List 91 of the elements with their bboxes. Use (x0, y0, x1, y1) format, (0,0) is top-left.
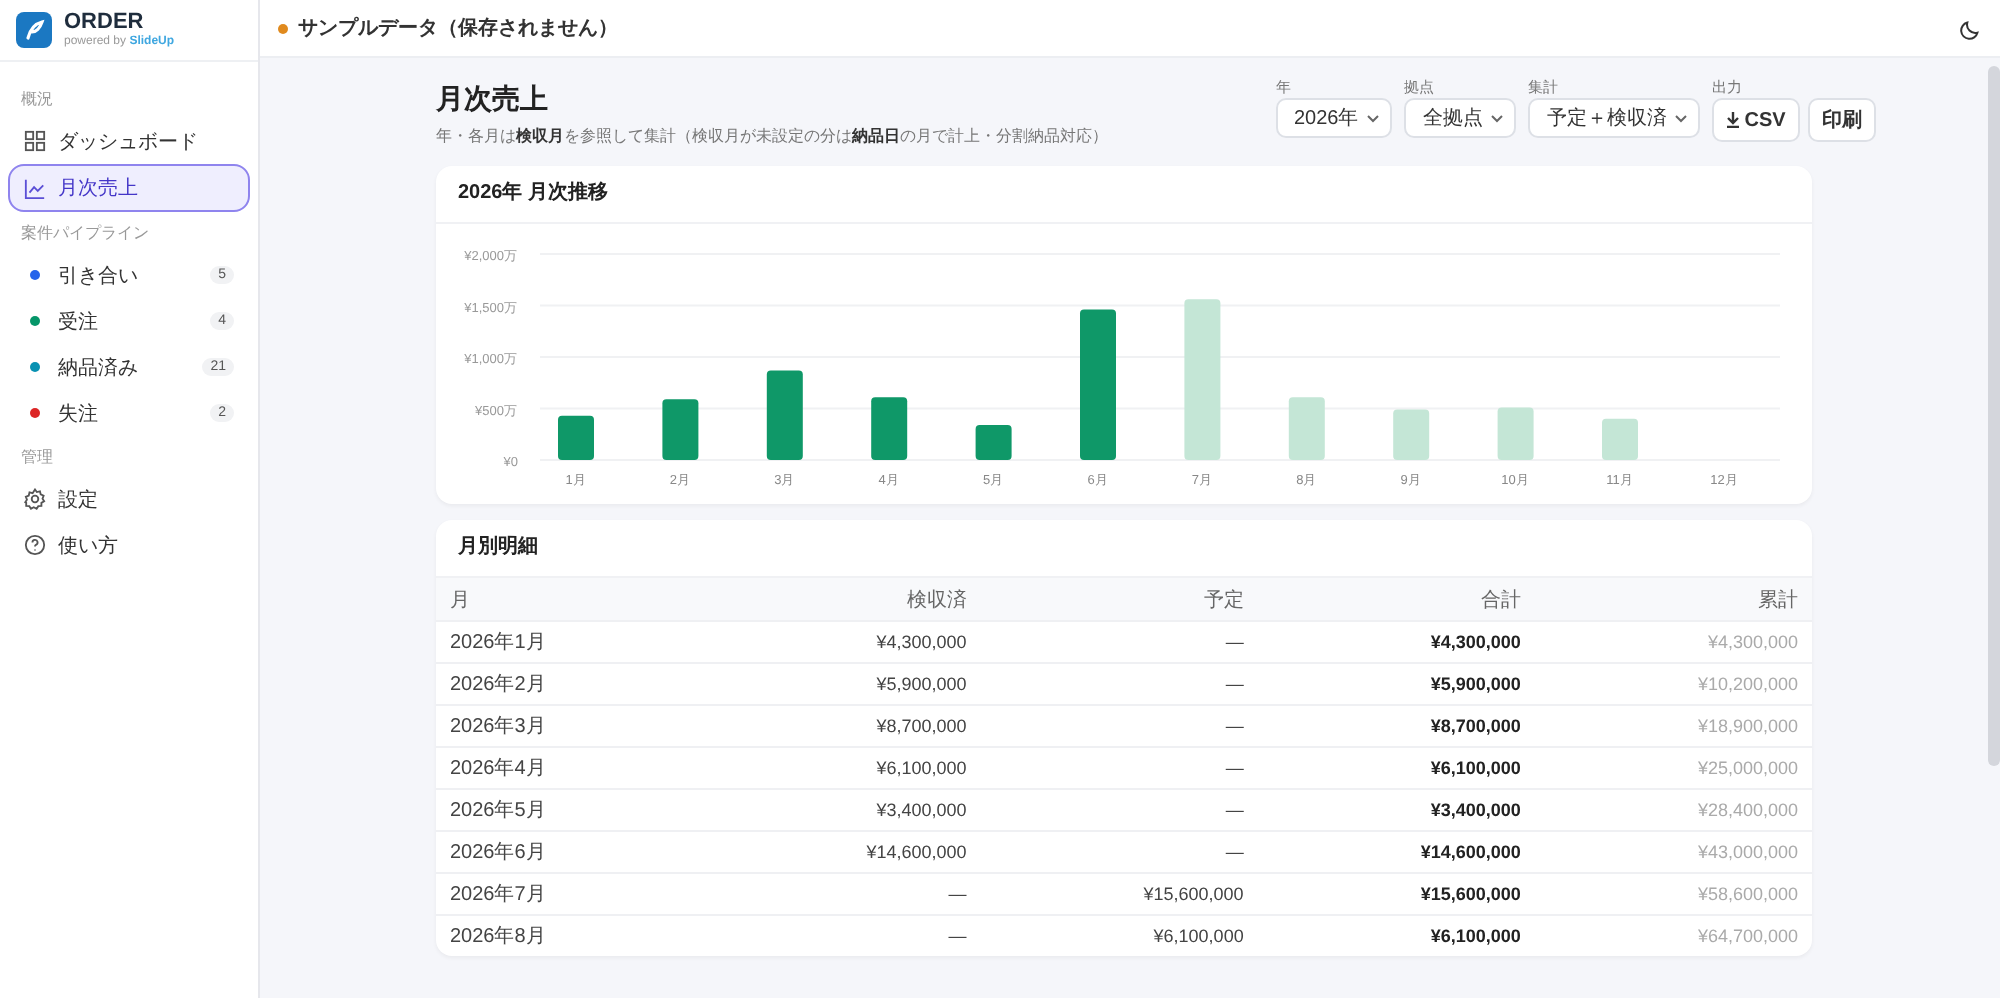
section-label: 管理 (18, 447, 55, 472)
item-label: 失注 (58, 401, 100, 427)
table-cell: 2026年1月 (436, 621, 704, 663)
bar (975, 425, 1012, 460)
table-cell: — (980, 663, 1258, 705)
table-cell: ¥8,700,000 (1257, 705, 1535, 747)
notice-text: サンプルデータ（保存されません） (298, 14, 620, 42)
grid-icon (24, 130, 46, 152)
item-label: 引き合い (58, 263, 140, 289)
help-icon (24, 534, 46, 556)
table-cell: ¥8,700,000 (703, 705, 981, 747)
table-cell: — (980, 747, 1258, 789)
bar (1497, 407, 1534, 460)
page-title: 月次売上 (436, 82, 550, 118)
caret-icon (1674, 113, 1689, 123)
filter-select[interactable]: 2026年 (1276, 98, 1393, 138)
item-label: 納品済み (58, 355, 140, 381)
column-header: 月 (436, 578, 704, 621)
table-cell: 2026年7月 (436, 873, 704, 915)
line-chart-icon (24, 177, 46, 199)
app-name: ORDER (64, 12, 146, 34)
table-cell: — (980, 621, 1258, 663)
column-header: 累計 (1534, 578, 1812, 621)
page-subtitle: 年・各月は検収月を参照して集計（検収月が未設定の分は納品日の月で計上・分割納品対応） (436, 125, 1108, 148)
table-cell: ¥28,400,000 (1534, 789, 1812, 831)
settings-icon (24, 488, 46, 510)
table-cell: ¥3,400,000 (1257, 789, 1535, 831)
table-cell: 2026年3月 (436, 705, 704, 747)
table-cell: 2026年2月 (436, 663, 704, 705)
card-title: 2026年 月次推移 (436, 166, 1812, 224)
table-cell: ¥6,100,000 (1257, 747, 1535, 789)
bar (558, 415, 594, 460)
bar (1393, 409, 1430, 460)
logo-icon (16, 12, 52, 48)
table-cell: ¥4,300,000 (703, 621, 981, 663)
table-cell: ¥6,100,000 (980, 915, 1258, 956)
table-cell: ¥14,600,000 (703, 831, 981, 873)
table-cell: ¥10,200,000 (1534, 663, 1812, 705)
column-header: 予定 (980, 578, 1258, 621)
table-cell: ¥25,000,000 (1534, 747, 1812, 789)
item-label: 設定 (58, 487, 100, 513)
download-icon (1726, 112, 1741, 128)
csv-button[interactable]: CSV (1712, 98, 1800, 142)
bar (766, 370, 803, 460)
table-cell: ¥4,300,000 (1534, 621, 1812, 663)
section-label: 案件パイプライン (18, 222, 151, 248)
table-cell: ¥64,700,000 (1534, 915, 1812, 956)
table-cell: 2026年4月 (436, 747, 704, 789)
caret-icon (1366, 113, 1381, 123)
column-header: 合計 (1257, 578, 1535, 621)
item-label: 使い方 (58, 533, 120, 559)
status-dot (278, 23, 288, 33)
table-cell: ¥3,400,000 (703, 789, 981, 831)
table-cell: ¥15,600,000 (980, 873, 1258, 915)
item-label: 受注 (58, 309, 100, 335)
sidebar-item[interactable]: ダッシュボード (8, 118, 250, 164)
bar (662, 399, 699, 460)
table-cell: ¥15,600,000 (1257, 873, 1535, 915)
table-cell: 2026年6月 (436, 831, 704, 873)
table-cell: ¥43,000,000 (1534, 831, 1812, 873)
table-cell: ¥6,100,000 (1257, 915, 1535, 956)
table-cell: ¥5,900,000 (1257, 663, 1535, 705)
section-label: 概況 (18, 89, 55, 114)
table-cell: — (980, 705, 1258, 747)
caret-icon (1490, 113, 1505, 123)
column-header: 検収済 (703, 578, 981, 621)
filter-select[interactable]: 全拠点 (1404, 98, 1517, 138)
print-button[interactable]: 印刷 (1807, 98, 1876, 142)
table-cell: ¥6,100,000 (703, 747, 981, 789)
scrollbar-thumb[interactable] (1988, 66, 2000, 766)
item-label: 月次売上 (58, 175, 140, 202)
table-cell: 2026年8月 (436, 915, 704, 956)
table-cell: ¥5,900,000 (703, 663, 981, 705)
bar (1602, 418, 1638, 460)
table-cell: ¥14,600,000 (1257, 831, 1535, 873)
table-cell: — (703, 915, 981, 956)
sidebar-item[interactable]: 月次売上 (8, 164, 250, 212)
table-cell: — (980, 831, 1258, 873)
sidebar-item[interactable]: 使い方 (8, 522, 250, 568)
table-cell: ¥18,900,000 (1534, 705, 1812, 747)
table-cell: 2026年5月 (436, 789, 704, 831)
bar (1288, 397, 1325, 460)
sidebar-item[interactable]: 設定 (8, 476, 250, 522)
bar (871, 397, 908, 460)
moon-icon[interactable] (1960, 17, 1982, 39)
table-cell: ¥4,300,000 (1257, 621, 1535, 663)
item-label: ダッシュボード (58, 129, 200, 155)
filter-select[interactable]: 予定＋検収済 (1528, 98, 1701, 138)
table-cell: — (980, 789, 1258, 831)
table-cell: ¥58,600,000 (1534, 873, 1812, 915)
table-cell: — (703, 873, 981, 915)
